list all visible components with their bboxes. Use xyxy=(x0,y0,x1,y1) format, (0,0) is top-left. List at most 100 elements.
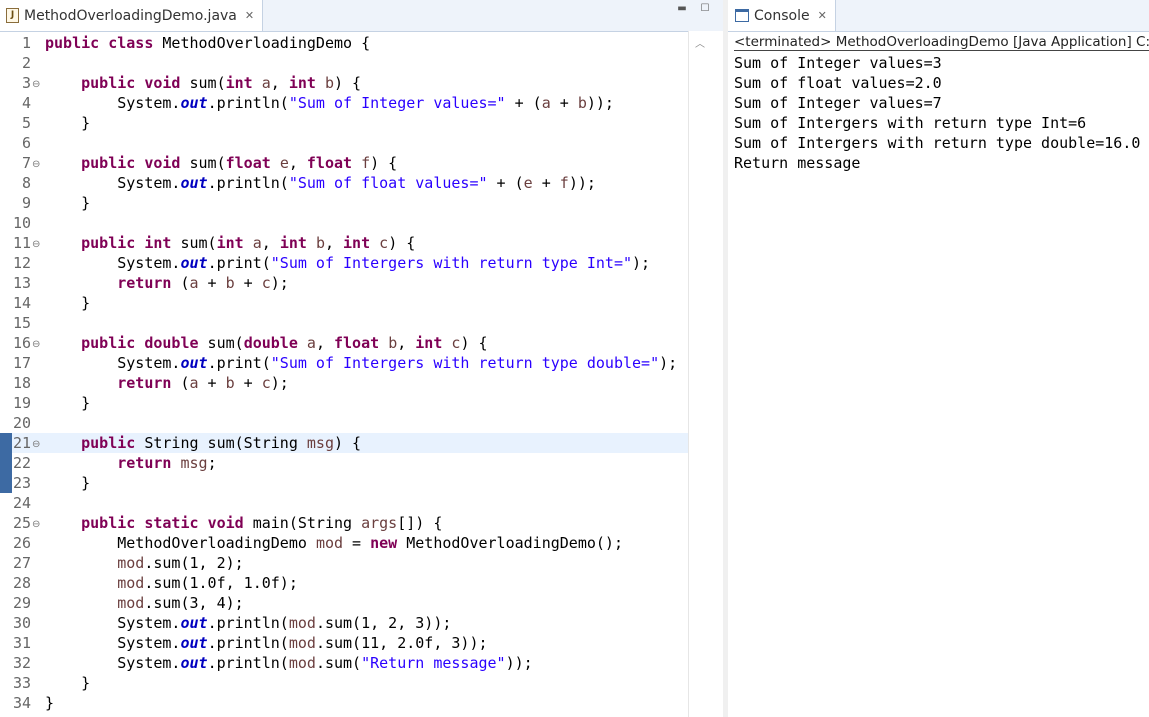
editor-tab[interactable]: J MethodOverloadingDemo.java ✕ xyxy=(0,0,264,31)
minimize-icon[interactable]: ▬ xyxy=(676,4,688,14)
fold-toggle-icon[interactable]: ⊖ xyxy=(32,515,40,535)
code-line[interactable]: 9 } xyxy=(0,193,688,213)
code-line[interactable]: 24 xyxy=(0,493,688,513)
code-token: .sum(11, 2.0f, 3)); xyxy=(315,634,488,652)
code-line[interactable]: 13 return (a + b + c); xyxy=(0,273,688,293)
code-line[interactable]: 18 return (a + b + c); xyxy=(0,373,688,393)
code-text: return (a + b + c); xyxy=(45,373,289,393)
code-line[interactable]: 34} xyxy=(0,693,688,713)
line-number: 32 xyxy=(12,654,31,672)
code-line[interactable]: 2 xyxy=(0,53,688,73)
code-line[interactable]: 22 return msg; xyxy=(0,453,688,473)
code-token: double xyxy=(243,334,298,352)
code-text: System.out.println(mod.sum(11, 2.0f, 3))… xyxy=(45,633,488,653)
code-line[interactable]: 23 } xyxy=(0,473,688,493)
code-token: } xyxy=(45,474,91,492)
code-line[interactable]: 26 MethodOverloadingDemo mod = new Metho… xyxy=(0,533,688,553)
code-line[interactable]: 11 ⊖ public int sum(int a, int b, int c) … xyxy=(0,233,688,253)
code-token: "Sum of Integer values=" xyxy=(288,94,506,112)
code-token: a xyxy=(541,94,551,112)
code-token: main(String xyxy=(243,514,362,532)
line-number: 34 xyxy=(12,694,31,712)
code-line[interactable]: 14 } xyxy=(0,293,688,313)
close-icon[interactable]: ✕ xyxy=(245,9,254,22)
code-line[interactable]: 5 } xyxy=(0,113,688,133)
code-line[interactable]: 32 System.out.println(mod.sum("Return me… xyxy=(0,653,688,673)
code-line[interactable]: 27 mod.sum(1, 2); xyxy=(0,553,688,573)
fold-toggle-icon[interactable]: ⊖ xyxy=(32,435,40,455)
code-line[interactable]: 19 } xyxy=(0,393,688,413)
line-number: 28 xyxy=(12,574,31,592)
code-line[interactable]: 25 ⊖ public static void main(String args[… xyxy=(0,513,688,533)
console-output-line: Sum of Intergers with return type double… xyxy=(734,134,1141,152)
code-line[interactable]: 16 ⊖ public double sum(double a, float b,… xyxy=(0,333,688,353)
console-tab[interactable]: Console ✕ xyxy=(728,0,836,31)
scroll-up-icon[interactable]: ︿ xyxy=(695,35,705,50)
code-token: } xyxy=(45,674,91,692)
code-token: a xyxy=(306,334,316,352)
code-line[interactable]: 6 xyxy=(0,133,688,153)
code-line[interactable]: 3 ⊖ public void sum(int a, int b) { xyxy=(0,73,688,93)
code-token: b xyxy=(315,234,325,252)
line-number: 9 xyxy=(21,194,31,212)
line-number: 4 xyxy=(21,94,31,112)
code-line[interactable]: 33 } xyxy=(0,673,688,693)
code-line[interactable]: 30 System.out.println(mod.sum(1, 2, 3)); xyxy=(0,613,688,633)
code-line[interactable]: 31 System.out.println(mod.sum(11, 2.0f, … xyxy=(0,633,688,653)
code-token: out xyxy=(180,254,208,272)
code-line[interactable]: 15 xyxy=(0,313,688,333)
code-text: System.out.print("Sum of Intergers with … xyxy=(45,353,677,373)
close-icon[interactable]: ✕ xyxy=(818,9,827,22)
code-line[interactable]: 8 System.out.println("Sum of float value… xyxy=(0,173,688,193)
code-token: mod xyxy=(315,534,344,552)
code-token: "Sum of Intergers with return type Int=" xyxy=(270,254,633,272)
code-token: void xyxy=(144,154,181,172)
code-line[interactable]: 4 System.out.println("Sum of Integer val… xyxy=(0,93,688,113)
code-token: class xyxy=(108,34,154,52)
fold-toggle-icon[interactable]: ⊖ xyxy=(32,155,40,175)
fold-toggle-icon[interactable]: ⊖ xyxy=(32,75,40,95)
code-token: System. xyxy=(45,614,181,632)
code-line[interactable]: 17 System.out.print("Sum of Intergers wi… xyxy=(0,353,688,373)
code-token: .print( xyxy=(207,354,271,372)
code-line[interactable]: 21 ⊖ public String sum(String msg) { xyxy=(0,433,688,453)
fold-toggle-icon[interactable]: ⊖ xyxy=(32,335,40,355)
code-token: []) { xyxy=(397,514,443,532)
fold-toggle-icon[interactable]: ⊖ xyxy=(32,235,40,255)
code-token: mod xyxy=(288,634,316,652)
line-number: 11 xyxy=(12,234,31,252)
code-token: , xyxy=(315,334,334,352)
code-token: public xyxy=(81,334,136,352)
line-number: 8 xyxy=(21,174,31,192)
console-output-line: Return message xyxy=(734,154,861,172)
code-token: mod xyxy=(288,614,316,632)
code-line[interactable]: 29 mod.sum(3, 4); xyxy=(0,593,688,613)
code-line[interactable]: 10 xyxy=(0,213,688,233)
code-line[interactable]: 28 mod.sum(1.0f, 1.0f); xyxy=(0,573,688,593)
code-text: public void sum(int a, int b) { xyxy=(45,73,361,93)
code-token: e xyxy=(279,154,289,172)
code-line[interactable]: 7 ⊖ public void sum(float e, float f) { xyxy=(0,153,688,173)
editor-vertical-scrollbar[interactable]: ︿ xyxy=(688,31,724,717)
line-number: 6 xyxy=(21,134,31,152)
code-token: )); xyxy=(586,94,614,112)
code-editor[interactable]: 1 public class MethodOverloadingDemo {2 3 ⊖… xyxy=(0,31,688,717)
console-output[interactable]: Sum of Integer values=3 Sum of float valu… xyxy=(734,53,1140,173)
code-token: new xyxy=(370,534,398,552)
maximize-icon[interactable]: ☐ xyxy=(699,4,711,14)
code-token: ) { xyxy=(334,434,362,452)
code-line[interactable]: 1 public class MethodOverloadingDemo { xyxy=(0,33,688,53)
code-token: args xyxy=(361,514,398,532)
code-line[interactable]: 20 xyxy=(0,413,688,433)
code-text: public int sum(int a, int b, int c) { xyxy=(45,233,415,253)
code-line[interactable]: 12 System.out.print("Sum of Intergers wi… xyxy=(0,253,688,273)
